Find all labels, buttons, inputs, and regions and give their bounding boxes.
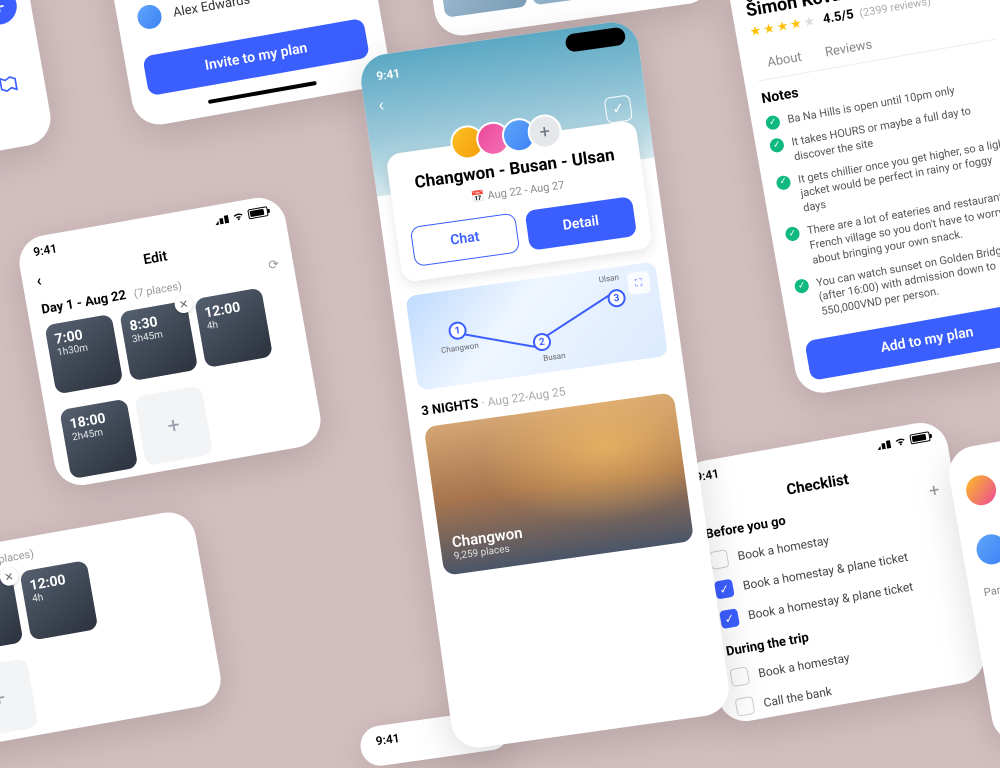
day-edit-panel-2: Aug 22 (9 places) 8:303h45m✕ 12:004h + [0, 508, 225, 749]
check-icon: ✓ [769, 137, 785, 153]
avatar [133, 1, 165, 33]
battery-icon [247, 206, 268, 219]
check-icon: ✓ [775, 174, 791, 190]
image-tile[interactable] [524, 0, 616, 5]
rating-value: 4.5/5 [822, 7, 855, 27]
checkbox[interactable] [735, 696, 756, 717]
trip-detail-panel: 9:41 ‹ ✓ + Changwon - Busan - Ulsan 📅 Au… [358, 19, 733, 751]
check-icon: ✓ [765, 115, 781, 131]
signal-icon [214, 213, 230, 225]
day-edit-panel: 9:41 ‹ Edit Day 1 - Aug 22 (7 places) ⟳ … [15, 193, 325, 489]
checkbox-checked[interactable]: ✓ [714, 579, 735, 600]
time-card[interactable]: 7:001h30m [44, 314, 123, 395]
time-card[interactable]: 12:004h [194, 287, 273, 368]
destination-card[interactable]: Changwon 9,259 places [424, 392, 694, 576]
map-pin[interactable]: 3 [606, 288, 626, 308]
star-icon: ★ [749, 23, 763, 40]
status-time: 9:41 [375, 731, 401, 748]
avatar[interactable] [974, 532, 1000, 567]
time-card[interactable]: 18:002h45m [59, 398, 138, 479]
map-city-label: Ulsan [598, 273, 619, 285]
header-title: Edit [142, 248, 168, 268]
map-city-label: Changwon [441, 341, 480, 355]
remove-icon[interactable]: ✕ [0, 566, 19, 587]
map[interactable]: 1 2 3 Changwon Busan Ulsan ⛶ [405, 262, 668, 391]
star-icon: ★ [776, 19, 790, 36]
check-icon: ✓ [784, 226, 800, 242]
signal-icon [876, 438, 892, 450]
trip-card: + Changwon - Busan - Ulsan 📅 Aug 22 - Au… [385, 120, 653, 283]
battery-icon [909, 431, 930, 444]
map-pin[interactable]: 1 [447, 320, 467, 340]
map-icon[interactable] [0, 68, 46, 100]
checkbox-checked[interactable]: ✓ [719, 608, 740, 629]
check-icon: ✓ [794, 278, 810, 294]
wifi-icon [893, 434, 907, 448]
city-label: Paris [969, 571, 1000, 601]
checkbox[interactable] [729, 666, 750, 687]
expand-icon[interactable]: ⛶ [626, 271, 651, 296]
map-city-label: Busan [543, 351, 566, 363]
status-time: 9:41 [32, 241, 58, 259]
contact-name: Alex Edwards [172, 0, 251, 20]
review-count: (2399 reviews) [858, 0, 931, 20]
refresh-icon[interactable]: ⟳ [267, 257, 280, 274]
image-tile[interactable] [436, 0, 528, 18]
star-icon: ★ [789, 16, 803, 33]
detail-button[interactable]: Detail [525, 196, 638, 251]
avatar[interactable] [964, 473, 999, 508]
star-icon: ★ [802, 14, 816, 31]
time-card[interactable]: 8:303h45m✕ [0, 573, 24, 654]
add-fab[interactable]: + [0, 0, 20, 27]
status-time: 9:41 [375, 66, 401, 83]
back-icon[interactable]: ‹ [35, 271, 43, 291]
back-icon[interactable]: ‹ [377, 95, 385, 117]
star-icon: ★ [762, 21, 776, 38]
chat-button[interactable]: Chat [410, 213, 521, 267]
profile-panel: Landscape Nature Historic Šimon Kováč ★ … [724, 0, 1000, 397]
time-card[interactable]: 12:004h [19, 560, 98, 641]
invite-panel: Olivia Arribas Leanne Simpson Alex Edwar… [97, 0, 393, 129]
add-card[interactable]: + [134, 385, 213, 466]
time-card[interactable]: 8:303h45m✕ [119, 301, 198, 382]
fab-panel: + [0, 0, 55, 156]
home-indicator [208, 81, 317, 104]
add-card[interactable]: + [0, 658, 39, 739]
wifi-icon [231, 209, 245, 223]
